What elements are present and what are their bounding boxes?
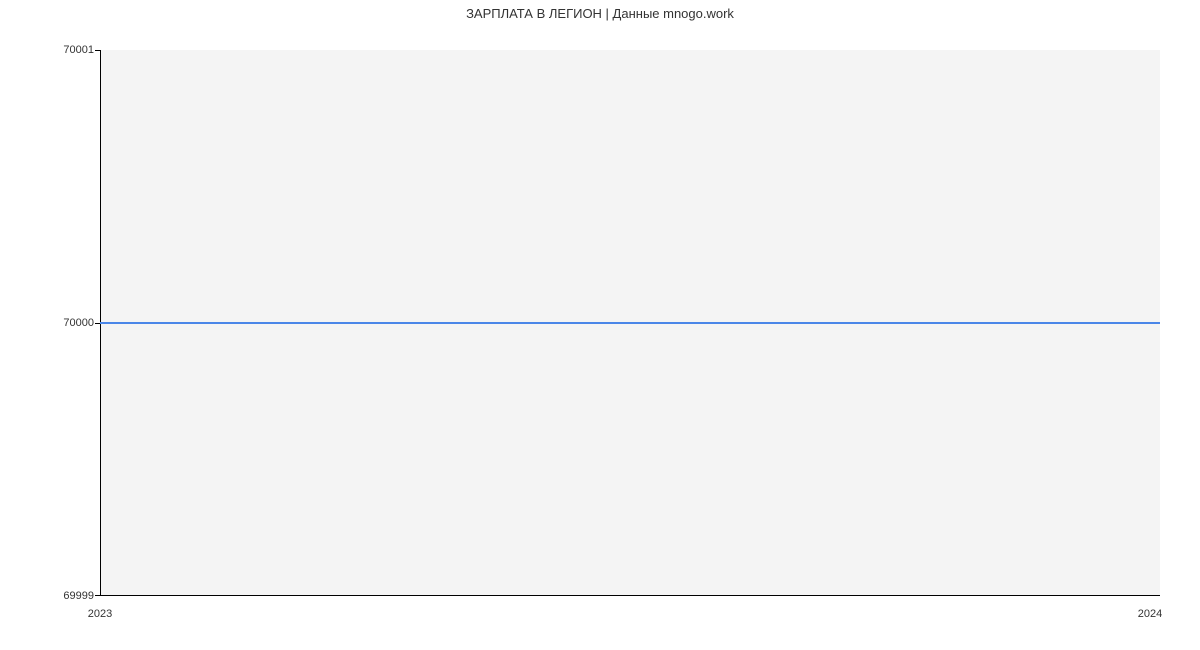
y-tick-label: 70000 <box>63 317 94 329</box>
chart-line <box>100 322 1160 324</box>
x-tick-label: 2024 <box>1138 608 1162 620</box>
y-tick-label: 69999 <box>63 590 94 602</box>
chart-title: ЗАРПЛАТА В ЛЕГИОН | Данные mnogo.work <box>0 6 1200 21</box>
y-tick-mark <box>95 50 100 51</box>
y-tick-mark <box>95 595 100 596</box>
y-tick-label: 70001 <box>63 44 94 56</box>
x-tick-label: 2023 <box>88 608 112 620</box>
